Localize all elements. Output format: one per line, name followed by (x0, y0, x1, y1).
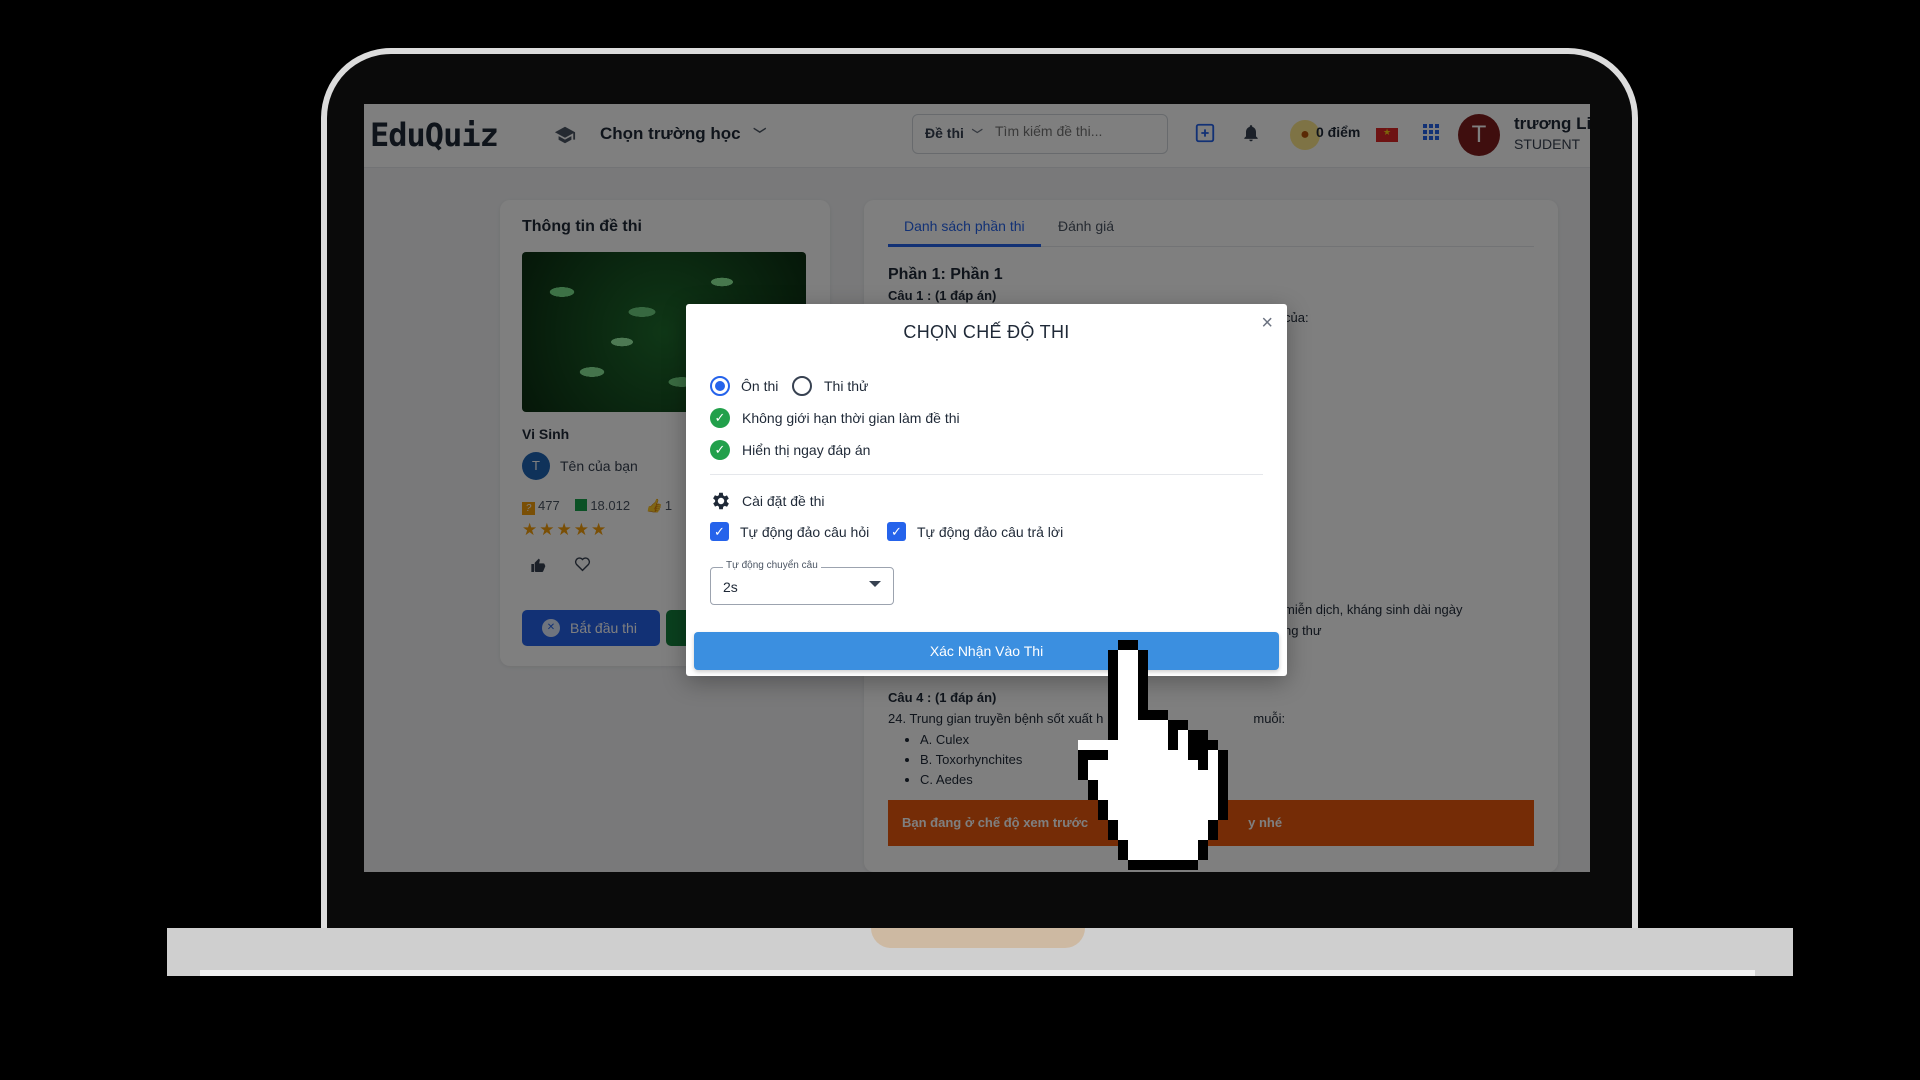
feature-no-time-limit: Không giới hạn thời gian làm đề thi (742, 410, 960, 426)
settings-label: Cài đặt đề thi (742, 493, 825, 509)
check-circle-icon: ✓ (710, 408, 730, 428)
radio-trial-label[interactable]: Thi thử (824, 378, 868, 394)
radio-trial-mode[interactable] (792, 376, 812, 396)
gear-icon (710, 490, 732, 516)
shuffle-answers-checkbox[interactable]: ✓ (887, 522, 906, 541)
pointer-hand-icon (1078, 640, 1228, 870)
feature-show-answers: Hiển thị ngay đáp án (742, 442, 871, 458)
auto-next-value: 2s (723, 579, 738, 595)
shuffle-answers-label[interactable]: Tự động đảo câu trả lời (917, 524, 1063, 540)
radio-review-label[interactable]: Ôn thi (741, 378, 778, 394)
auto-next-label: Tự động chuyển câu (723, 560, 821, 571)
laptop-base-edge (200, 970, 1755, 976)
check-circle-icon: ✓ (710, 440, 730, 460)
screen: EduQuiz Chọn trường học ﹀ Đề thi ﹀ ● 0 đ… (364, 104, 1590, 872)
divider (710, 474, 1263, 475)
auto-next-select[interactable]: Tự động chuyển câu 2s (710, 560, 894, 605)
exam-mode-dialog: CHỌN CHẾ ĐỘ THI × Ôn thi Thi thử ✓ Không… (686, 304, 1287, 676)
dialog-title: CHỌN CHẾ ĐỘ THI (903, 322, 1070, 342)
shuffle-questions-checkbox[interactable]: ✓ (710, 522, 729, 541)
radio-review-mode[interactable] (710, 376, 730, 396)
dropdown-arrow-icon (869, 581, 881, 587)
close-icon[interactable]: × (1261, 312, 1273, 335)
laptop-notch (871, 928, 1085, 948)
shuffle-questions-label[interactable]: Tự động đảo câu hỏi (740, 524, 869, 540)
